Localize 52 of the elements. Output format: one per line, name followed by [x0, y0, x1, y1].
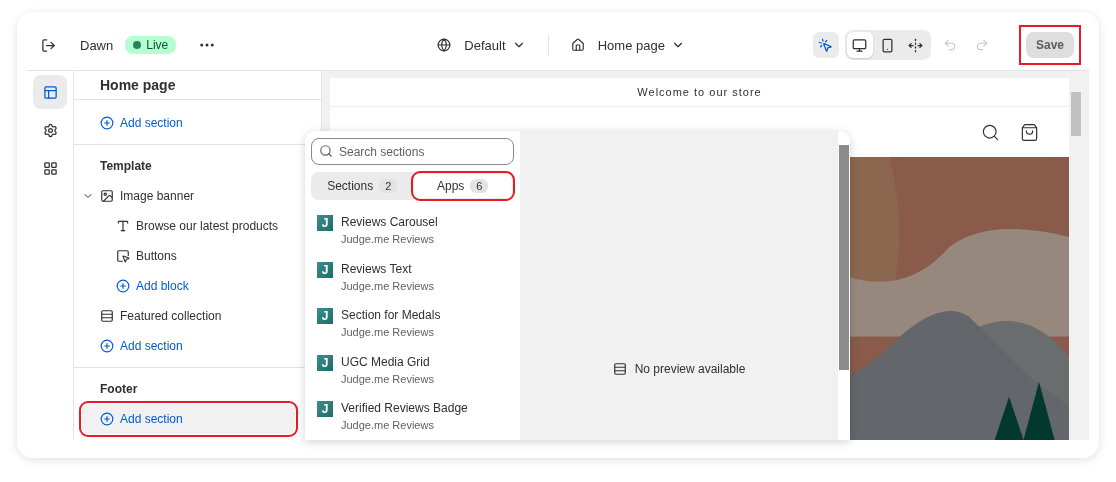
search-field[interactable]: Search sections: [311, 138, 514, 165]
add-button[interactable]: Add block: [82, 271, 295, 301]
sections-icon[interactable]: [33, 75, 67, 109]
add-icon: [100, 116, 114, 130]
tab[interactable]: Sections 2: [313, 174, 412, 198]
globe-icon: [437, 38, 452, 52]
theme-name: Dawn: [80, 37, 114, 53]
empty-preview-text: No preview available: [634, 362, 746, 376]
scrollbar[interactable]: [838, 131, 850, 440]
add-icon: [116, 279, 130, 293]
exit-icon[interactable]: [41, 37, 56, 53]
search-icon[interactable]: [981, 122, 1000, 142]
button-icon: [116, 249, 130, 263]
tree-item[interactable]: Browse our latest products: [82, 211, 295, 241]
tree-item[interactable]: Featured collection: [82, 301, 295, 331]
list-item[interactable]: J Verified Reviews Badge Judge.me Reviews: [311, 392, 514, 439]
cursor-icon: [818, 37, 834, 53]
inspector-button[interactable]: [813, 32, 839, 58]
tree-item[interactable]: Buttons: [82, 241, 295, 271]
add-icon: [100, 412, 114, 426]
template-picker[interactable]: Default: [437, 37, 526, 53]
bag-icon[interactable]: [1020, 122, 1039, 142]
app-logo: J: [317, 401, 333, 417]
list-item[interactable]: J Reviews Carousel Judge.me Reviews: [311, 206, 514, 253]
list-item[interactable]: J Section for Medals Judge.me Reviews: [311, 299, 514, 346]
group-title: Footer: [99, 381, 139, 398]
page-picker[interactable]: Home page: [570, 37, 685, 53]
list-item[interactable]: J Reviews Text Judge.me Reviews: [311, 252, 514, 299]
app-logo: J: [317, 215, 333, 231]
scrollbar-thumb[interactable]: [1071, 92, 1081, 136]
image-icon: [100, 189, 114, 203]
tab[interactable]: Apps 6: [413, 174, 512, 198]
list-item[interactable]: J UGC Media Grid Judge.me Reviews: [311, 345, 514, 392]
scrollbar-thumb[interactable]: [839, 145, 849, 370]
app-logo: J: [317, 308, 333, 324]
desktop-icon[interactable]: [847, 32, 873, 58]
section-icon: [612, 362, 627, 376]
text-icon: [116, 219, 130, 233]
sidebar-title: Home page: [100, 77, 176, 93]
tree-item[interactable]: Image banner: [82, 181, 295, 211]
app-logo: J: [317, 354, 333, 371]
home-icon: [570, 38, 585, 52]
group-title: Template: [99, 158, 153, 175]
app-logo: J: [317, 261, 333, 278]
status-badge: Live: [125, 36, 177, 54]
announcement-text: Welcome to our store: [637, 86, 762, 99]
add-button[interactable]: Add section: [82, 331, 295, 361]
add-icon: [100, 339, 114, 353]
add-button[interactable]: Add section: [82, 108, 295, 138]
search-icon: [319, 144, 333, 158]
add-button[interactable]: Add section: [82, 404, 295, 434]
section-icon: [100, 309, 114, 323]
